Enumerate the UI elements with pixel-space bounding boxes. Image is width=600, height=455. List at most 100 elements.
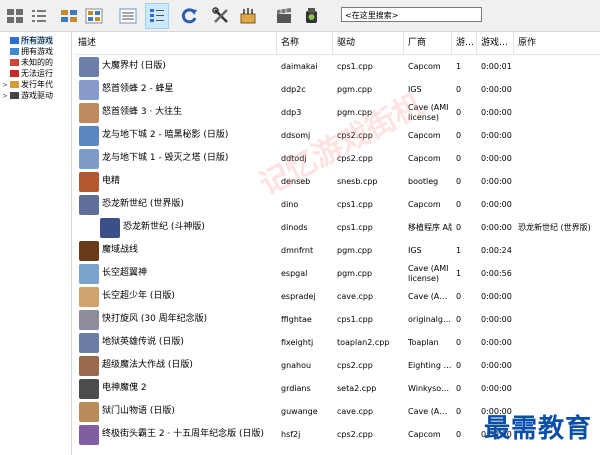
cell-parent <box>518 147 600 170</box>
cell-play-time: 0:00:00 <box>481 292 512 301</box>
cell-description: 恐龙新世纪 (世界版) <box>102 199 184 209</box>
table-row[interactable]: 长空超翼神 espgal pgm.cpp Cave (AMI license) 1 0:0… <box>74 262 600 285</box>
game-thumbnail-icon <box>79 57 99 77</box>
cell-played: 1 <box>456 246 462 255</box>
cell-parent <box>518 285 600 308</box>
cell-play-time: 0:00:00 <box>481 200 512 209</box>
cell-parent <box>518 331 600 354</box>
sidebar-item-label: 游戏驱动 <box>21 91 53 100</box>
table-row[interactable]: 快打旋风 (30 周年纪念版) ffightae cps1.cpp originalg… <box>74 308 600 331</box>
cell-play-time: 0:00:00 <box>481 223 512 232</box>
table-row[interactable]: 魔域战线 dmnfrnt pgm.cpp IGS 1 0:00:24 <box>74 239 600 262</box>
table-row[interactable]: 龙与地下城 1 - 毁灭之塔 (日版) ddtodj cps2.cpp Capcom 0… <box>74 147 600 170</box>
table-row[interactable]: 怒首领蜂 3 · 大往生 ddp3 pgm.cpp Cave (AMI license… <box>74 101 600 124</box>
cell-description: 怒首领蜂 3 · 大往生 <box>102 107 183 117</box>
cell-driver: cps1.cpp <box>337 315 373 324</box>
column-manufacturer[interactable]: 厂商 <box>404 32 452 54</box>
cell-driver: snesb.cpp <box>337 177 378 186</box>
cell-driver: cps2.cpp <box>337 361 373 370</box>
grouped-view-icon <box>119 8 137 24</box>
sidebar-item[interactable]: 拥有游戏 <box>2 46 71 57</box>
cell-manufacturer: Capcom <box>408 62 441 71</box>
cell-name: grdians <box>281 384 311 393</box>
view-details-button[interactable] <box>82 3 106 29</box>
cell-driver: cave.cpp <box>337 292 374 301</box>
game-thumbnail-icon <box>79 103 99 123</box>
view-tree-button[interactable] <box>145 3 169 29</box>
column-play-time[interactable]: 游戏… <box>477 32 514 54</box>
table-row[interactable]: 恐龙新世纪 (世界版) dino cps1.cpp Capcom 0 0:00:00 <box>74 193 600 216</box>
cell-driver: cps2.cpp <box>337 154 373 163</box>
cell-play-time: 0:00:00 <box>481 338 512 347</box>
game-thumbnail-icon <box>79 126 99 146</box>
table-row[interactable]: 长空超少年 (日版) espradej cave.cpp Cave (A… 0 0:00:… <box>74 285 600 308</box>
game-thumbnail-icon <box>79 379 99 399</box>
sidebar-item[interactable]: > 发行年代 <box>2 79 71 90</box>
options-button[interactable] <box>236 3 260 29</box>
sidebar-item[interactable]: 未知的的 <box>2 57 71 68</box>
expand-icon[interactable]: > <box>2 91 10 102</box>
view-small-icons-button[interactable] <box>27 3 51 29</box>
sidebar-item[interactable]: 无法运行 <box>2 68 71 79</box>
column-parent[interactable]: 原作 <box>514 32 600 54</box>
game-thumbnail-icon <box>79 287 99 307</box>
table-row[interactable]: 超级魔法大作战 (日版) gnahou cps2.cpp Eighting … 0 0:0… <box>74 354 600 377</box>
cell-description: 超级魔法大作战 (日版) <box>102 360 193 370</box>
cell-driver: pgm.cpp <box>337 269 373 278</box>
cell-played: 0 <box>456 292 462 301</box>
table-row[interactable]: 电神魔傀 2 grdians seta2.cpp Winkyso… 0 0:00:00 <box>74 377 600 400</box>
cell-description: 恐龙新世纪 (斗神版) <box>123 222 205 232</box>
cell-parent <box>518 101 600 124</box>
folder-icon <box>10 70 19 77</box>
audit-button[interactable] <box>300 3 324 29</box>
cell-driver: pgm.cpp <box>337 246 373 255</box>
video-button[interactable] <box>272 3 296 29</box>
cell-description: 龙与地下城 2 - 暗黑秘影 (日版) <box>102 130 229 140</box>
table-row[interactable]: 怒首领蜂 2 - 蜂星 ddp2c pgm.cpp IGS 0 0:00:00 <box>74 78 600 101</box>
column-driver[interactable]: 驱动 <box>333 32 404 54</box>
search-input[interactable]: <在这里搜索> <box>341 7 482 22</box>
cell-manufacturer: bootleg <box>408 177 439 186</box>
cell-played: 0 <box>456 315 462 324</box>
column-description[interactable]: 描述 <box>74 32 277 54</box>
folder-icon <box>10 81 19 88</box>
cell-played: 0 <box>456 361 462 370</box>
sidebar-item[interactable]: 所有游戏 <box>2 35 71 46</box>
cell-description: 怒首领蜂 2 - 蜂星 <box>102 84 174 94</box>
table-row[interactable]: 电精 denseb snesb.cpp bootleg 0 0:00:00 <box>74 170 600 193</box>
cell-name: dmnfrnt <box>281 246 314 255</box>
sidebar-item-label: 未知的的 <box>21 58 53 67</box>
sidebar-item[interactable]: > 游戏驱动 <box>2 90 71 101</box>
cell-description: 魔域战线 <box>102 245 139 255</box>
cell-played: 0 <box>456 338 462 347</box>
view-list-button[interactable] <box>57 3 81 29</box>
tree-view-icon <box>150 9 164 22</box>
cell-played: 0 <box>456 108 462 117</box>
cell-played: 0 <box>456 154 462 163</box>
cell-played: 0 <box>456 85 462 94</box>
cell-parent <box>518 377 600 400</box>
cell-play-time: 0:00:00 <box>481 361 512 370</box>
settings-button[interactable] <box>209 3 233 29</box>
table-row[interactable]: 龙与地下城 2 - 暗黑秘影 (日版) ddsomj cps2.cpp Capcom 0… <box>74 124 600 147</box>
cell-name: espradej <box>281 292 316 301</box>
view-grouped-button[interactable] <box>116 3 140 29</box>
column-played[interactable]: 游… <box>452 32 477 54</box>
cell-manufacturer: Cave (AMI license) <box>408 103 449 122</box>
column-name[interactable]: 名称 <box>277 32 333 54</box>
game-thumbnail-icon <box>100 218 120 238</box>
cell-played: 0 <box>456 131 462 140</box>
refresh-button[interactable] <box>177 3 201 29</box>
cell-play-time: 0:00:00 <box>481 108 512 117</box>
table-row[interactable]: 大魔界村 (日版) daimakai cps1.cpp Capcom 1 0:00:01 <box>74 55 600 78</box>
table-row[interactable]: 地狱英雄传说 (日版) fixeightj toaplan2.cpp Toaplan 0… <box>74 331 600 354</box>
cell-name: daimakai <box>281 62 318 71</box>
cell-description: 电神魔傀 2 <box>102 383 147 393</box>
cell-name: guwange <box>281 407 318 416</box>
view-large-icons-button[interactable] <box>3 3 27 29</box>
table-row[interactable]: 恐龙新世纪 (斗神版) dinods cps1.cpp 移植程序 A版本 0 0:00:0… <box>74 216 600 239</box>
cell-description: 龙与地下城 1 - 毁灭之塔 (日版) <box>102 153 229 163</box>
cell-played: 0 <box>456 200 462 209</box>
small-icons-icon <box>32 10 46 22</box>
cell-parent <box>518 55 600 78</box>
